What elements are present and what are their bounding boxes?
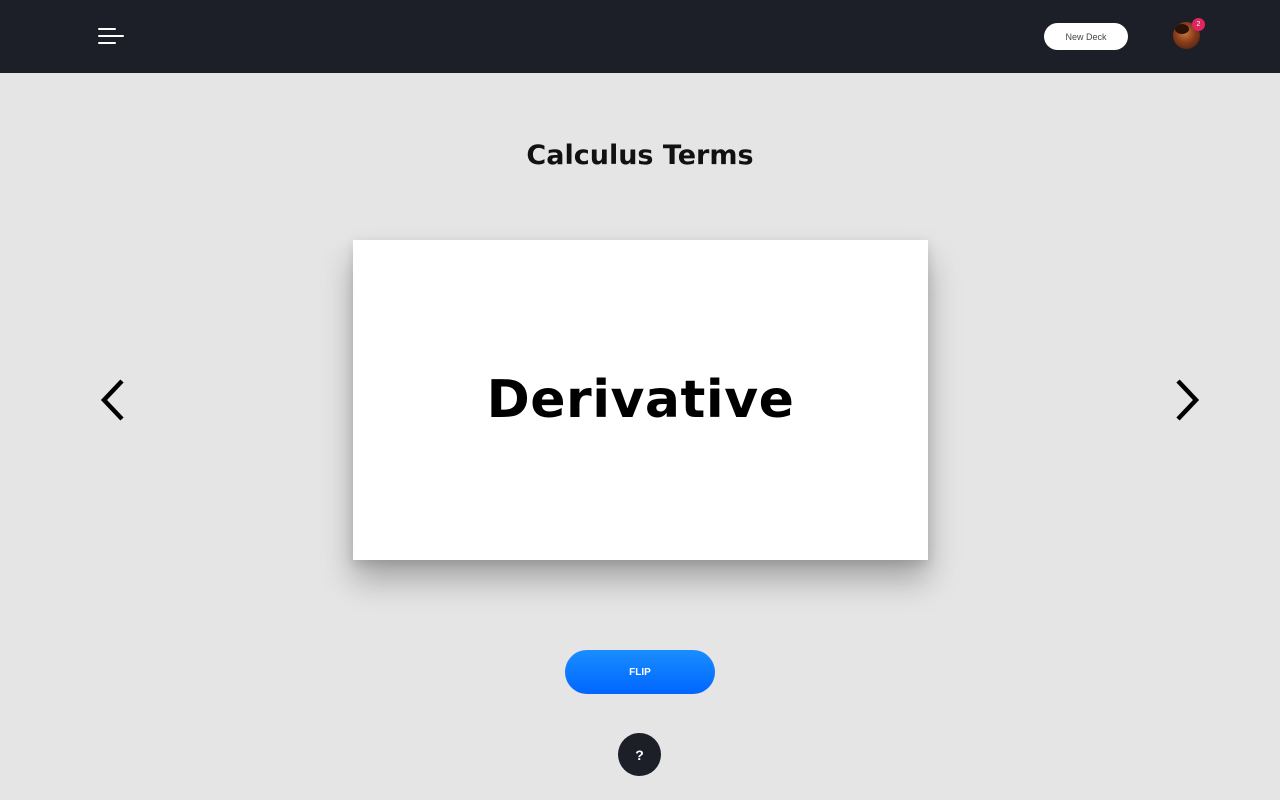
deck-title: Calculus Terms [526, 140, 754, 171]
chevron-right-icon [1176, 379, 1200, 421]
next-card-button[interactable] [1163, 376, 1211, 424]
flashcard[interactable]: Derivative [353, 240, 928, 560]
menu-line [98, 42, 116, 44]
user-avatar-button[interactable]: 2 [1173, 18, 1205, 50]
help-button[interactable]: ? [618, 733, 661, 776]
menu-line [98, 28, 116, 30]
previous-card-button[interactable] [89, 376, 137, 424]
hamburger-menu-icon[interactable] [98, 27, 126, 47]
chevron-left-icon [100, 379, 124, 421]
menu-line [98, 35, 124, 37]
card-term: Derivative [486, 370, 795, 430]
notification-badge: 2 [1192, 18, 1205, 31]
flip-button[interactable]: FLIP [565, 650, 715, 694]
top-navigation-bar: New Deck 2 [0, 0, 1280, 73]
new-deck-button[interactable]: New Deck [1044, 23, 1128, 50]
avatar-image [1175, 24, 1189, 34]
